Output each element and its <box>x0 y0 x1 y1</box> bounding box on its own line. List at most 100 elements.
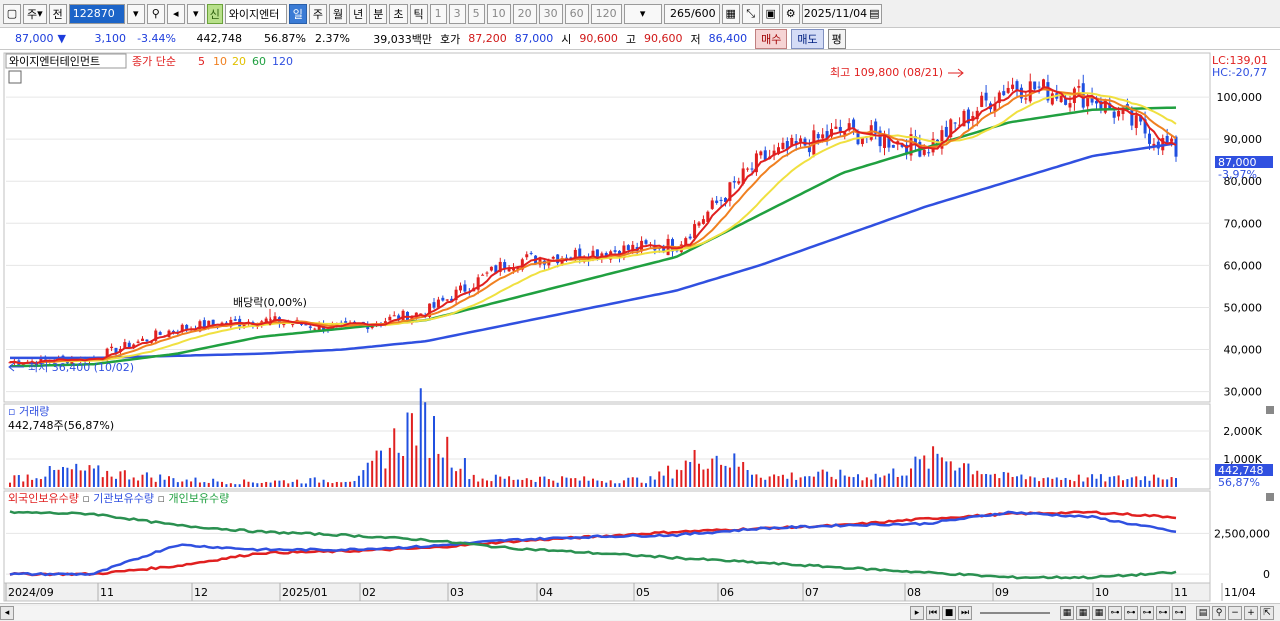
volume: 442,748 <box>196 32 243 45</box>
buy-button[interactable]: 매수 <box>755 28 788 49</box>
volume-bar <box>693 449 696 487</box>
layout-icon-3[interactable]: ▦ <box>1092 606 1106 620</box>
stock-name-field[interactable]: 와이지엔터 <box>224 3 287 24</box>
candle-body <box>1006 87 1010 93</box>
volume-bar <box>70 469 73 487</box>
volume-bar <box>402 455 405 487</box>
sell-button[interactable]: 매도 <box>791 28 824 49</box>
candle-body <box>445 299 449 301</box>
interval-week[interactable]: 주 <box>308 3 328 24</box>
scroll-first-icon[interactable]: ⏮ <box>926 606 940 620</box>
chart-scrollbar[interactable]: ◂ ▸ ⏮ ■ ⏭ ▦ ▦ ▦ ⊶ ⊶ ⊶ ⊶ ⊶ ▤ ⚲ − + ⇱ <box>0 603 1280 621</box>
scroll-track[interactable] <box>14 606 910 620</box>
minute-60[interactable]: 60 <box>564 3 589 24</box>
scroll-last-icon[interactable]: ⏭ <box>958 606 972 620</box>
x-axis-label: 09 <box>995 586 1009 599</box>
fullscreen-icon[interactable]: ⇱ <box>1260 606 1274 620</box>
layout-icon[interactable]: ▦ <box>1060 606 1074 620</box>
draw-tool-icon[interactable]: ⤡ <box>741 3 760 24</box>
volume-panel-close-icon[interactable] <box>1266 406 1274 414</box>
count-field[interactable]: 265/600 <box>663 3 720 24</box>
minute-20[interactable]: 20 <box>512 3 537 24</box>
volume-bar <box>865 477 868 487</box>
minute-3[interactable]: 3 <box>448 3 466 24</box>
candle-body <box>1015 81 1019 90</box>
candle-body <box>441 297 445 301</box>
scroll-right-icon[interactable]: ▸ <box>910 606 924 620</box>
interval-second[interactable]: 초 <box>389 3 408 24</box>
minute-10[interactable]: 10 <box>486 3 511 24</box>
page-icon[interactable]: ▤ <box>1196 606 1210 620</box>
calendar-icon[interactable]: ▤ <box>869 7 879 20</box>
volume-bar <box>494 474 497 487</box>
volume-bar <box>79 470 82 487</box>
volume-bar <box>1161 479 1164 487</box>
zoom-icon[interactable]: ⚲ <box>1212 606 1226 620</box>
zoom-out-icon[interactable]: − <box>1228 606 1242 620</box>
scroll-left-icon[interactable]: ◂ <box>0 606 14 620</box>
calculator-icon[interactable] <box>8 70 22 84</box>
speaker-icon[interactable]: ◂ <box>166 3 185 24</box>
x-axis-label: 06 <box>720 586 734 599</box>
volume-bar <box>229 483 232 487</box>
window-icon[interactable]: ▢ <box>3 3 21 24</box>
search-icon[interactable]: ⚲ <box>146 3 165 24</box>
candle-body <box>1033 81 1037 90</box>
volume-bar <box>1046 477 1049 487</box>
save-icon[interactable]: ▣ <box>761 3 780 24</box>
volume-bar <box>702 469 705 487</box>
minute-1[interactable]: 1 <box>429 3 447 24</box>
minute-5[interactable]: 5 <box>467 3 485 24</box>
x-axis-label: 02 <box>362 586 376 599</box>
date-field[interactable]: 2025/11/04 ▤ <box>801 3 882 24</box>
chart-svg[interactable]: 30,00040,00050,00060,00070,00080,00090,0… <box>0 51 1280 603</box>
volume-bar <box>940 457 943 487</box>
dropdown-icon[interactable]: ▾ <box>126 3 145 24</box>
volume-bar <box>914 456 917 487</box>
volume-bar <box>185 479 188 487</box>
candle-body <box>737 181 741 184</box>
volume-bar <box>671 478 674 487</box>
gear-icon[interactable]: ⚙ <box>781 3 800 24</box>
scroll-stop-icon[interactable]: ■ <box>942 606 956 620</box>
interval-minute[interactable]: 분 <box>369 3 388 24</box>
candle-body <box>1174 136 1178 157</box>
volume-bar <box>592 478 594 487</box>
ruler-icon-2[interactable]: ⊶ <box>1124 606 1138 620</box>
prev-button[interactable]: 전 <box>48 3 67 24</box>
custom-interval-select[interactable]: ▾ <box>623 3 662 24</box>
x-axis-label: 11/04 <box>1224 586 1256 599</box>
eval-button[interactable]: 평 <box>827 28 846 49</box>
ruler-icon-3[interactable]: ⊶ <box>1140 606 1154 620</box>
volume-bar <box>821 469 824 487</box>
interval-year[interactable]: 년 <box>349 3 368 24</box>
volume-bar <box>574 478 577 487</box>
interval-day[interactable]: 일 <box>288 3 307 24</box>
zoom-in-icon[interactable]: + <box>1244 606 1258 620</box>
price-value: 87,000 <box>15 32 54 45</box>
period-select[interactable]: 주 ▾ <box>23 3 47 24</box>
chart-area[interactable]: 30,000 40,000 50,000 60,000 70,000 80,000 90,0… <box>0 51 1280 603</box>
volume-bar <box>556 482 559 487</box>
minute-120[interactable]: 120 <box>590 3 622 24</box>
ruler-icon-5[interactable]: ⊶ <box>1172 606 1186 620</box>
volume-bar <box>724 465 727 487</box>
stock-code-input[interactable]: 122870 <box>68 3 125 24</box>
minute-30[interactable]: 30 <box>538 3 563 24</box>
interval-month[interactable]: 월 <box>329 3 348 24</box>
ruler-icon[interactable]: ⊶ <box>1108 606 1122 620</box>
x-axis-label: 08 <box>907 586 921 599</box>
ma-type: 종가 단순 <box>132 55 176 68</box>
volume-bar <box>936 453 939 487</box>
holding-panel-close-icon[interactable] <box>1266 493 1274 501</box>
ruler-icon-4[interactable]: ⊶ <box>1156 606 1170 620</box>
volume-bar <box>653 479 656 487</box>
layout-icon-2[interactable]: ▦ <box>1076 606 1090 620</box>
volume-bar <box>812 476 815 487</box>
volume-bar <box>649 476 652 487</box>
volume-bar <box>711 458 714 487</box>
dropdown-icon-2[interactable]: ▾ <box>186 3 205 24</box>
interval-tick[interactable]: 틱 <box>409 3 428 24</box>
zoom-slider[interactable] <box>980 612 1050 614</box>
grid-tool-icon[interactable]: ▦ <box>721 3 740 24</box>
